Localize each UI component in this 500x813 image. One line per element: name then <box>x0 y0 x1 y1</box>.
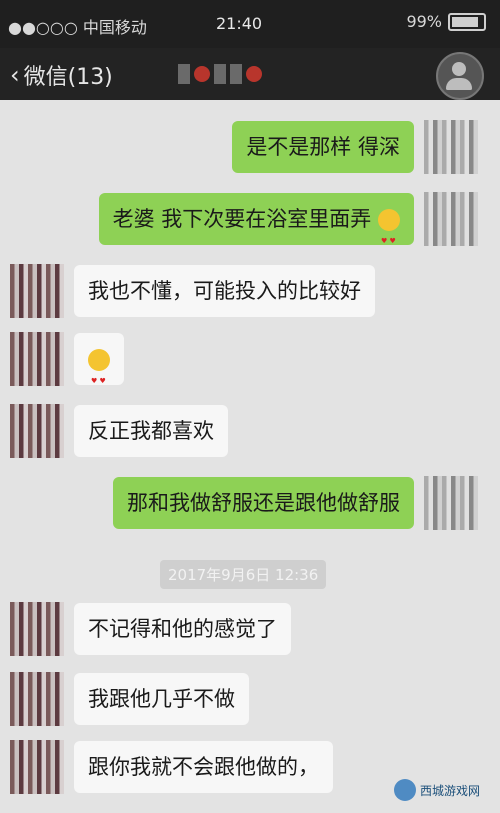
carrier-label: ●●○○○ 中国移动 <box>8 18 147 37</box>
back-button[interactable]: ‹ 微信(13) <box>10 59 113 91</box>
battery-status: 99% <box>406 12 486 31</box>
message-row: 老婆 我下次要在浴室里面弄 <box>98 192 478 267</box>
message-bubble[interactable]: 我也不懂，可能投入的比较好 <box>74 265 375 317</box>
heart-eyes-emoji-icon <box>88 349 110 407</box>
message-bubble[interactable]: 不记得和他的感觉了 <box>74 603 291 655</box>
my-avatar[interactable] <box>424 120 478 174</box>
message-row: 不记得和他的感觉了 <box>10 602 291 656</box>
heart-eyes-emoji-icon <box>378 209 400 267</box>
message-bubble[interactable]: 反正我都喜欢 <box>74 405 228 457</box>
watermark-logo-icon <box>393 779 416 801</box>
chat-header: ‹ 微信(13) <box>0 48 500 100</box>
message-bubble[interactable]: 那和我做舒服还是跟他做舒服 <box>113 477 414 529</box>
contact-avatar[interactable] <box>10 740 64 794</box>
message-row: 那和我做舒服还是跟他做舒服 <box>113 476 478 530</box>
battery-percent: 99% <box>406 12 442 31</box>
contact-avatar[interactable] <box>10 332 64 386</box>
message-bubble[interactable]: 是不是那样 得深 <box>232 121 414 173</box>
clock: 21:40 <box>216 14 263 33</box>
message-row: 反正我都喜欢 <box>10 404 228 458</box>
message-bubble[interactable]: 跟你我就不会跟他做的， <box>74 741 333 793</box>
chevron-left-icon: ‹ <box>10 61 20 89</box>
contact-avatar[interactable] <box>10 404 64 458</box>
status-bar: ●●○○○ 中国移动 21:40 99% <box>0 0 500 48</box>
contact-profile-icon[interactable] <box>436 52 484 100</box>
message-row: 跟你我就不会跟他做的， <box>10 740 333 794</box>
back-label: 微信(13) <box>23 65 113 90</box>
my-avatar[interactable] <box>424 192 478 246</box>
contact-name-pixelated <box>178 64 262 84</box>
timestamp: 2017年9月6日 12:36 <box>160 560 327 589</box>
message-row: 是不是那样 得深 <box>232 120 478 174</box>
my-avatar[interactable] <box>424 476 478 530</box>
message-row: 我也不懂，可能投入的比较好 <box>10 264 375 318</box>
message-row <box>10 332 124 407</box>
contact-avatar[interactable] <box>10 602 64 656</box>
message-row: 我跟他几乎不做 <box>10 672 249 726</box>
message-bubble[interactable]: 老婆 我下次要在浴室里面弄 <box>98 193 414 267</box>
watermark-text: 西城游戏网 <box>419 783 480 798</box>
message-bubble[interactable] <box>74 333 124 407</box>
message-bubble[interactable]: 我跟他几乎不做 <box>74 673 249 725</box>
contact-avatar[interactable] <box>10 264 64 318</box>
battery-icon <box>448 12 486 31</box>
watermark: 西城游戏网 <box>393 779 480 801</box>
contact-avatar[interactable] <box>10 672 64 726</box>
chat-area: 是不是那样 得深 老婆 我下次要在浴室里面弄 我也不懂，可能投入的比较好 反正我… <box>0 100 500 813</box>
